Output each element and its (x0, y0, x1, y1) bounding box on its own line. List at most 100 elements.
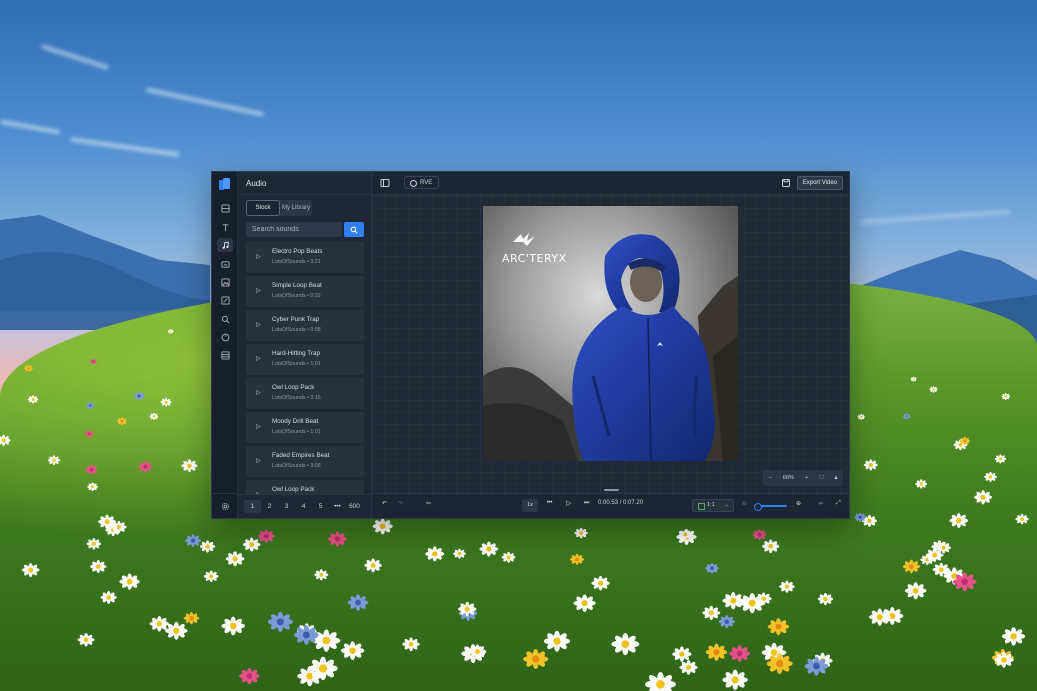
app-logo-icon (219, 178, 230, 190)
page-1-button[interactable]: 1 (244, 500, 261, 513)
tab-my-library[interactable]: My Library (280, 200, 312, 216)
list-item[interactable]: ▷ Simple Loop Beat LotsOfSounds • 0:32 (246, 276, 364, 307)
list-item[interactable]: ▷ Electro Pop Beats LotsOfSounds • 0:21 (246, 242, 364, 273)
project-name: RVE (420, 180, 433, 186)
editor-topbar: RVE Export Video (372, 172, 849, 195)
flower (902, 413, 911, 420)
page-4-button[interactable]: 4 (295, 503, 312, 510)
flower (523, 648, 549, 670)
flower (90, 358, 97, 365)
timeline-resize-handle[interactable] (604, 489, 619, 491)
flower (1001, 393, 1011, 401)
skip-back-icon[interactable]: ⏮︎ (547, 500, 552, 507)
play-icon[interactable]: ▷ (256, 423, 261, 430)
redo-icon[interactable]: ↷ (398, 500, 403, 507)
flower (1001, 627, 1026, 646)
music-note-icon (222, 241, 229, 249)
flower (425, 546, 445, 562)
zoom-out-button[interactable]: − (769, 475, 772, 481)
video-editor-window: Audio Stock My Library ▷ Electro Pop Beat… (211, 171, 850, 519)
panel-title: Audio (246, 179, 267, 188)
play-icon[interactable]: ▷ (256, 253, 261, 260)
rail-elements-button[interactable] (217, 330, 233, 344)
flower (718, 615, 735, 629)
zoom-in-button[interactable]: + (805, 475, 808, 481)
play-icon[interactable]: ▷ (256, 355, 261, 362)
flower (574, 527, 588, 539)
flower (239, 667, 260, 685)
flower (225, 551, 245, 567)
save-icon[interactable] (781, 178, 791, 188)
flower (705, 643, 728, 661)
fit-timeline-icon[interactable]: ⇹ (818, 500, 823, 507)
zoom-in-timeline-icon[interactable]: ⊕ (796, 500, 801, 507)
rail-image-button[interactable] (217, 275, 233, 289)
list-item[interactable]: ▷Owl Loop Pack (246, 480, 364, 494)
video-canvas[interactable]: ARC'TERYX (483, 206, 738, 461)
undo-icon[interactable]: ↶ (382, 500, 387, 507)
aspect-ratio-select[interactable]: 1:1 ⌄ (692, 499, 734, 512)
page-last-button[interactable]: 600 (346, 503, 363, 510)
search-input[interactable] (246, 222, 342, 237)
chevron-down-icon: ⌄ (724, 502, 729, 508)
play-icon[interactable]: ▷ (256, 321, 261, 328)
settings-button[interactable] (217, 499, 233, 513)
rail-search-button[interactable] (217, 312, 233, 326)
palette-icon (221, 333, 229, 341)
export-video-button[interactable]: Export Video (796, 176, 843, 190)
flower (949, 513, 969, 529)
list-item[interactable]: ▷ Moody Drill Beat LotsOfSounds • 1:01 (246, 412, 364, 443)
tab-stock[interactable]: Stock (246, 200, 280, 216)
track-meta: LotsOfSounds • 1:01 (272, 429, 321, 435)
list-item[interactable]: ▷ Owl Loop Pack LotsOfSounds • 0:15 (246, 378, 364, 409)
page-5-button[interactable]: 5 (312, 503, 329, 510)
flower (308, 656, 338, 681)
rail-captions-button[interactable] (217, 257, 233, 271)
page-3-button[interactable]: 3 (278, 503, 295, 510)
fit-screen-icon[interactable]: ⛶ (819, 475, 823, 482)
flower (327, 531, 347, 547)
gear-icon (221, 502, 229, 510)
play-button[interactable]: ▷ (566, 499, 571, 507)
timeline-zoom-slider[interactable] (754, 503, 787, 511)
flower (21, 562, 40, 578)
flower (679, 529, 692, 540)
rail-audio-button[interactable] (217, 238, 233, 252)
rail-sticker-button[interactable] (217, 293, 233, 307)
flower (569, 553, 585, 565)
list-item[interactable]: ▷ Faded Empires Beat LotsOfSounds • 3:06 (246, 446, 364, 477)
flower (779, 580, 795, 593)
flower (293, 625, 319, 645)
split-scissors-icon[interactable]: ✂ (426, 500, 431, 507)
play-icon[interactable]: ▷ (256, 457, 261, 464)
project-name-button[interactable]: RVE (404, 176, 440, 189)
flower (804, 656, 829, 676)
lock-icon[interactable]: 🔒︎ (834, 475, 837, 482)
flower (100, 590, 117, 604)
rail-video-button[interactable] (217, 201, 233, 215)
flower (984, 471, 997, 483)
play-icon[interactable]: ▷ (256, 389, 261, 396)
flower (910, 376, 917, 382)
text-icon (222, 223, 228, 231)
rail-text-button[interactable] (217, 220, 233, 234)
play-icon[interactable]: ▷ (256, 287, 261, 294)
slider-knob[interactable] (754, 503, 762, 511)
flower (929, 386, 938, 393)
time-total: 0:07.20 (623, 500, 644, 506)
flower (868, 608, 891, 626)
list-item[interactable]: ▷ Hard-Hitting Trap LotsOfSounds • 1:01 (246, 344, 364, 375)
rail-templates-button[interactable] (217, 348, 233, 362)
page-2-button[interactable]: 2 (261, 503, 278, 510)
skip-forward-icon[interactable]: ⏭︎ (584, 500, 589, 507)
flower (242, 537, 261, 552)
zoom-level: 66% (782, 475, 794, 481)
search-button[interactable] (344, 222, 364, 237)
audio-panel: Audio Stock My Library ▷ Electro Pop Beat… (238, 172, 372, 518)
fullscreen-icon[interactable]: ⤢ (836, 500, 841, 507)
playback-speed-button[interactable]: 1x (522, 499, 538, 512)
list-item[interactable]: ▷ Cyber Punk Trap LotsOfSounds • 0:58 (246, 310, 364, 341)
captions-icon (220, 260, 230, 268)
sidebar-toggle-icon[interactable] (380, 178, 390, 188)
zoom-out-timeline-icon[interactable]: ⊖ (742, 500, 747, 507)
